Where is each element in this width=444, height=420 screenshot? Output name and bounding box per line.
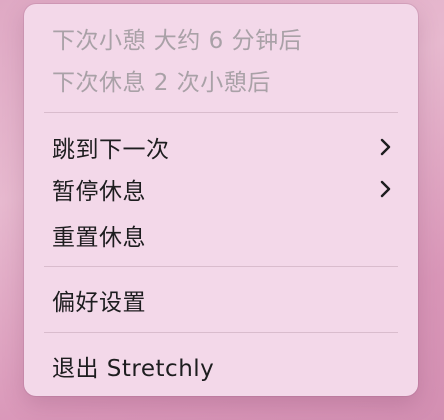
skip-to-next-label: 跳到下一次 <box>52 137 170 163</box>
reset-breaks-menu-item[interactable]: 重置休息 <box>52 215 394 255</box>
preferences-menu-item[interactable]: 偏好设置 <box>52 280 394 320</box>
menu-separator <box>44 112 398 113</box>
quit-label: 退出 Stretchly <box>52 356 215 382</box>
pause-breaks-label: 暂停休息 <box>52 179 146 205</box>
quit-menu-item[interactable]: 退出 Stretchly <box>52 346 394 386</box>
menu-separator <box>44 266 398 267</box>
chevron-right-icon <box>376 180 394 198</box>
next-long-break-status-label: 下次休息 2 次小憩后 <box>52 70 271 96</box>
menu-separator <box>44 332 398 333</box>
next-break-status-label: 下次小憩 大约 6 分钟后 <box>52 28 303 54</box>
next-long-break-status: 下次休息 2 次小憩后 <box>52 60 394 100</box>
tray-context-menu: 下次小憩 大约 6 分钟后 下次休息 2 次小憩后 跳到下一次 暂停休息 重置休… <box>24 4 418 396</box>
chevron-right-icon <box>376 138 394 156</box>
preferences-label: 偏好设置 <box>52 290 146 316</box>
next-break-status: 下次小憩 大约 6 分钟后 <box>52 18 394 58</box>
pause-breaks-menu-item[interactable]: 暂停休息 <box>52 169 394 209</box>
reset-breaks-label: 重置休息 <box>52 225 146 251</box>
skip-to-next-menu-item[interactable]: 跳到下一次 <box>52 127 394 167</box>
